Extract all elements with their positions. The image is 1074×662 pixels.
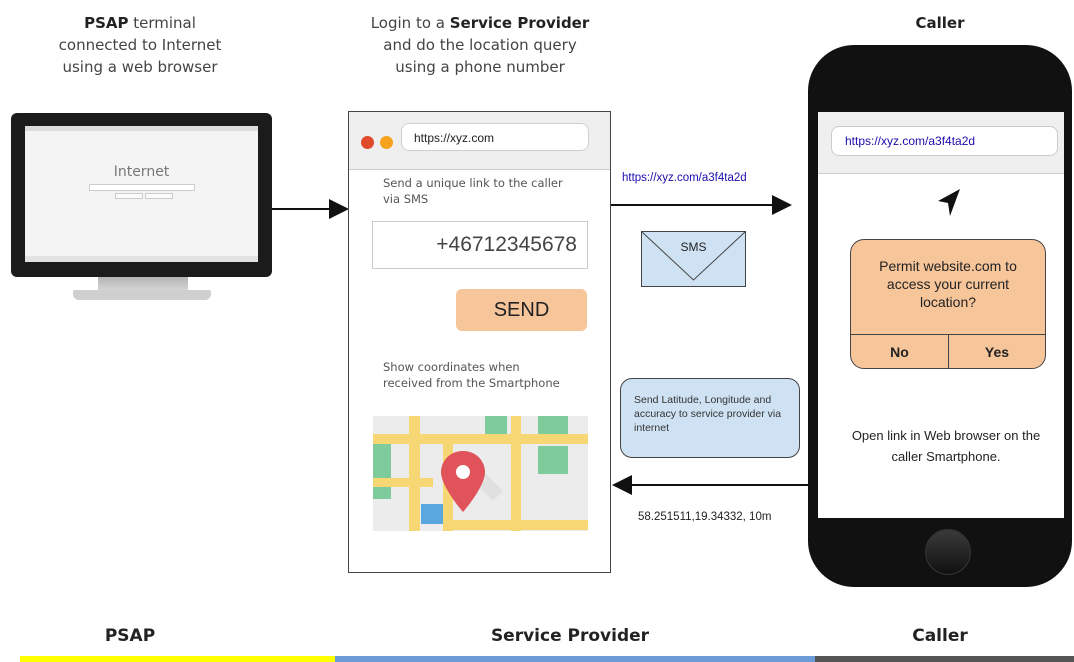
location-permission-dialog: Permit website.com to access your curren… [850,239,1046,369]
minimize-dot-icon[interactable] [380,136,393,149]
browser-toolbar: https://xyz.com [349,112,610,170]
location-arrow-icon [938,189,960,216]
phone-browser-toolbar: https://xyz.com/a3f4ta2d [818,112,1064,174]
show-coordinates-text: Show coordinates when received from the … [383,360,560,390]
phone-number-input[interactable]: +46712345678 [372,221,588,269]
coordinates-label: 58.251511,19.34332, 10m [638,511,772,523]
footer-bar-psap [20,656,335,662]
footer-bar-service-provider [335,656,815,662]
send-link-instruction: Send a unique link to the caller via SMS [383,176,563,206]
dialog-yes-button[interactable]: Yes [949,335,1045,368]
dialog-message: Permit website.com to access your curren… [879,258,1017,310]
browser-url-bar[interactable]: https://xyz.com [401,123,589,151]
service-provider-browser: https://xyz.com Send a unique link to th… [348,111,611,573]
footer-label-service-provider: Service Provider [490,626,650,646]
footer-bar-caller [815,656,1074,662]
home-button[interactable] [925,529,971,575]
phone-url-bar[interactable]: https://xyz.com/a3f4ta2d [831,126,1058,156]
sms-label: SMS [680,240,707,254]
sms-link-label: https://xyz.com/a3f4ta2d [622,172,747,184]
footer-label-psap: PSAP [104,626,156,646]
info-bubble: Send Latitude, Longitude and accuracy to… [620,378,800,458]
map-illustration [373,416,588,531]
dialog-buttons: No Yes [851,334,1045,368]
phone-instruction: Open link in Web browser on the caller S… [851,428,1041,464]
dialog-no-button[interactable]: No [851,335,949,368]
sms-envelope-icon: SMS [641,231,746,287]
footer-label-caller: Caller [912,626,968,646]
send-button[interactable]: SEND [456,289,587,331]
close-dot-icon[interactable] [361,136,374,149]
map-view[interactable] [373,416,588,531]
